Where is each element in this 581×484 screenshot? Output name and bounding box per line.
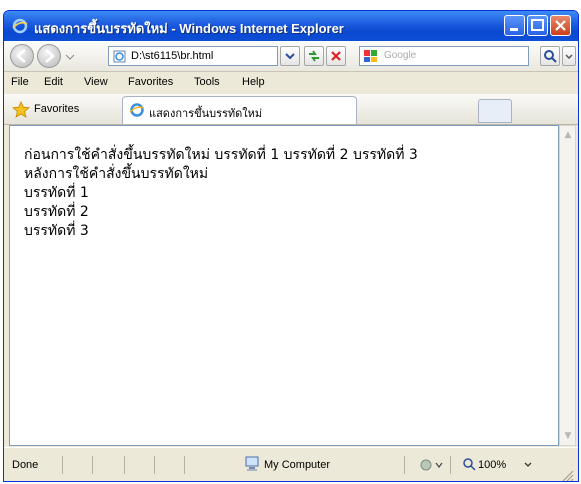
maximize-icon (531, 19, 544, 31)
minimize-icon (510, 28, 518, 31)
forward-button[interactable] (37, 44, 61, 68)
history-dropdown-icon[interactable] (65, 54, 75, 60)
page-icon (113, 50, 126, 63)
menu-edit[interactable]: Edit (44, 76, 63, 88)
chevron-down-icon[interactable] (524, 462, 532, 468)
stop-button[interactable] (326, 46, 346, 66)
content-line: บรรทัดที่ 3 (24, 223, 89, 239)
search-button[interactable] (540, 46, 560, 66)
address-bar[interactable]: D:\st6115\br.html (108, 46, 278, 66)
favorites-star-icon[interactable] (12, 101, 30, 118)
menu-favorites[interactable]: Favorites (128, 76, 173, 88)
ie-page-icon (129, 103, 145, 117)
resize-grip-icon[interactable] (560, 468, 574, 482)
favorites-button[interactable]: Favorites (34, 103, 79, 115)
search-options-button[interactable] (562, 46, 576, 66)
status-divider (404, 456, 405, 474)
menu-file[interactable]: File (11, 76, 29, 88)
address-dropdown-button[interactable] (280, 46, 300, 66)
status-divider (92, 456, 93, 474)
new-tab-button[interactable] (478, 99, 512, 123)
browser-window: แสดงการขึ้นบรรทัดใหม่ - Windows Internet… (3, 10, 579, 482)
tab-current[interactable]: แสดงการขึ้นบรรทัดใหม่ (122, 96, 357, 124)
close-icon (555, 20, 566, 31)
scroll-down-icon[interactable]: ▼ (561, 429, 575, 443)
title-bar[interactable]: แสดงการขึ้นบรรทัดใหม่ - Windows Internet… (4, 11, 578, 41)
navigation-bar: D:\st6115\br.html Google (4, 41, 578, 72)
security-zone[interactable]: My Computer (264, 459, 330, 471)
zoom-icon (463, 458, 476, 471)
menu-view[interactable]: View (84, 76, 108, 88)
content-line: บรรทัดที่ 2 (24, 204, 89, 220)
refresh-icon (309, 50, 319, 62)
chevron-down-icon (565, 54, 573, 60)
back-icon (16, 49, 26, 63)
content-line: หลังการใช้คำสั่งขึ้นบรรทัดใหม่ (24, 166, 209, 182)
vertical-scrollbar[interactable]: ▲ ▼ (559, 125, 576, 446)
content-text-block: ก่อนการใช้คำสั่งขึ้นบรรทัดใหม่ บรรทัดที่… (24, 146, 418, 241)
forward-icon (45, 49, 55, 63)
status-divider (124, 456, 125, 474)
status-divider (154, 456, 155, 474)
favorites-bar: Favorites แสดงการขึ้นบรรทัดใหม่ (4, 94, 578, 125)
maximize-button[interactable] (527, 15, 548, 36)
window-title: แสดงการขึ้นบรรทัดใหม่ - Windows Internet… (34, 21, 344, 36)
menu-help[interactable]: Help (242, 76, 265, 88)
search-input[interactable]: Google (359, 46, 529, 66)
chevron-down-icon (285, 53, 295, 60)
status-text: Done (12, 459, 39, 471)
zoom-level[interactable]: 100% (478, 459, 506, 471)
status-divider (184, 456, 185, 474)
protected-mode-icon[interactable] (419, 458, 443, 472)
search-placeholder: Google (384, 50, 417, 61)
minimize-button[interactable] (504, 15, 525, 36)
address-text: D:\st6115\br.html (131, 50, 214, 62)
tab-title: แสดงการขึ้นบรรทัดใหม่ (149, 107, 263, 120)
status-divider (450, 456, 451, 474)
content-line: บรรทัดที่ 1 (24, 185, 89, 201)
status-bar: Done My Computer 100% (4, 447, 578, 482)
menu-tools[interactable]: Tools (194, 76, 220, 88)
ie-logo-icon (12, 18, 28, 34)
refresh-button[interactable] (304, 46, 324, 66)
status-divider (62, 456, 63, 474)
back-button[interactable] (10, 44, 34, 68)
google-icon (364, 50, 377, 62)
computer-icon (245, 456, 259, 471)
page-content: ก่อนการใช้คำสั่งขึ้นบรรทัดใหม่ บรรทัดที่… (9, 125, 559, 446)
stop-icon (331, 51, 341, 61)
search-icon (544, 50, 557, 63)
close-button[interactable] (550, 15, 571, 36)
content-line: ก่อนการใช้คำสั่งขึ้นบรรทัดใหม่ บรรทัดที่… (24, 147, 418, 163)
menu-bar: File Edit View Favorites Tools Help (4, 72, 578, 95)
scroll-up-icon[interactable]: ▲ (561, 128, 575, 142)
